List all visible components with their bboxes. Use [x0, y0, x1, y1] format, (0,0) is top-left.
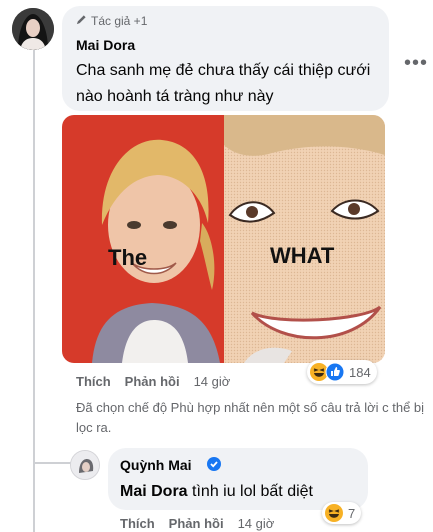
- author-badge: Tác giả +1: [76, 14, 147, 28]
- reply-actions: Thích Phản hồi 14 giờ: [120, 516, 288, 531]
- haha-icon: [324, 503, 344, 523]
- like-link[interactable]: Thích: [76, 374, 111, 389]
- reply-author-name[interactable]: Quỳnh Mai: [120, 457, 192, 473]
- reply-text-body: tình iu lol bất diệt: [187, 483, 313, 500]
- reply-reactions-count: 7: [348, 505, 356, 521]
- avatar[interactable]: [12, 8, 54, 50]
- pencil-icon: [76, 14, 87, 28]
- comment-text: Cha sanh mẹ đẻ chưa thấy cái thiệp cưới …: [76, 62, 371, 105]
- reply-reactions-summary[interactable]: 7: [322, 502, 362, 524]
- reply-reply-link[interactable]: Phản hồi: [169, 516, 224, 531]
- more-options-icon[interactable]: •••: [404, 52, 428, 75]
- meme-left-caption: The: [108, 245, 147, 270]
- reactions-count: 184: [349, 364, 371, 380]
- comment-author-name[interactable]: Mai Dora: [76, 37, 135, 53]
- verified-badge-icon: [207, 457, 221, 476]
- reply-avatar[interactable]: [70, 450, 100, 480]
- author-badge-label: Tác giả +1: [91, 14, 148, 28]
- meme-right-caption: WHAT: [270, 243, 335, 268]
- filter-note: Đã chọn chế độ Phù hợp nhất nên một số c…: [76, 400, 425, 435]
- like-icon: [325, 362, 345, 382]
- reply-link[interactable]: Phản hồi: [125, 374, 180, 389]
- meme-image[interactable]: The WHAT: [62, 115, 385, 363]
- thread-line: [33, 50, 35, 532]
- comment-timestamp[interactable]: 14 giờ: [194, 374, 231, 389]
- reactions-summary[interactable]: 184: [307, 360, 377, 384]
- reply-mention[interactable]: Mai Dora: [120, 483, 188, 500]
- thread-branch-line: [33, 462, 71, 464]
- reply-text: Mai Dora tình iu lol bất diệt: [120, 479, 313, 505]
- reply-like-link[interactable]: Thích: [120, 516, 155, 531]
- comment-actions: Thích Phản hồi 14 giờ: [76, 374, 244, 389]
- reply-timestamp[interactable]: 14 giờ: [238, 516, 275, 531]
